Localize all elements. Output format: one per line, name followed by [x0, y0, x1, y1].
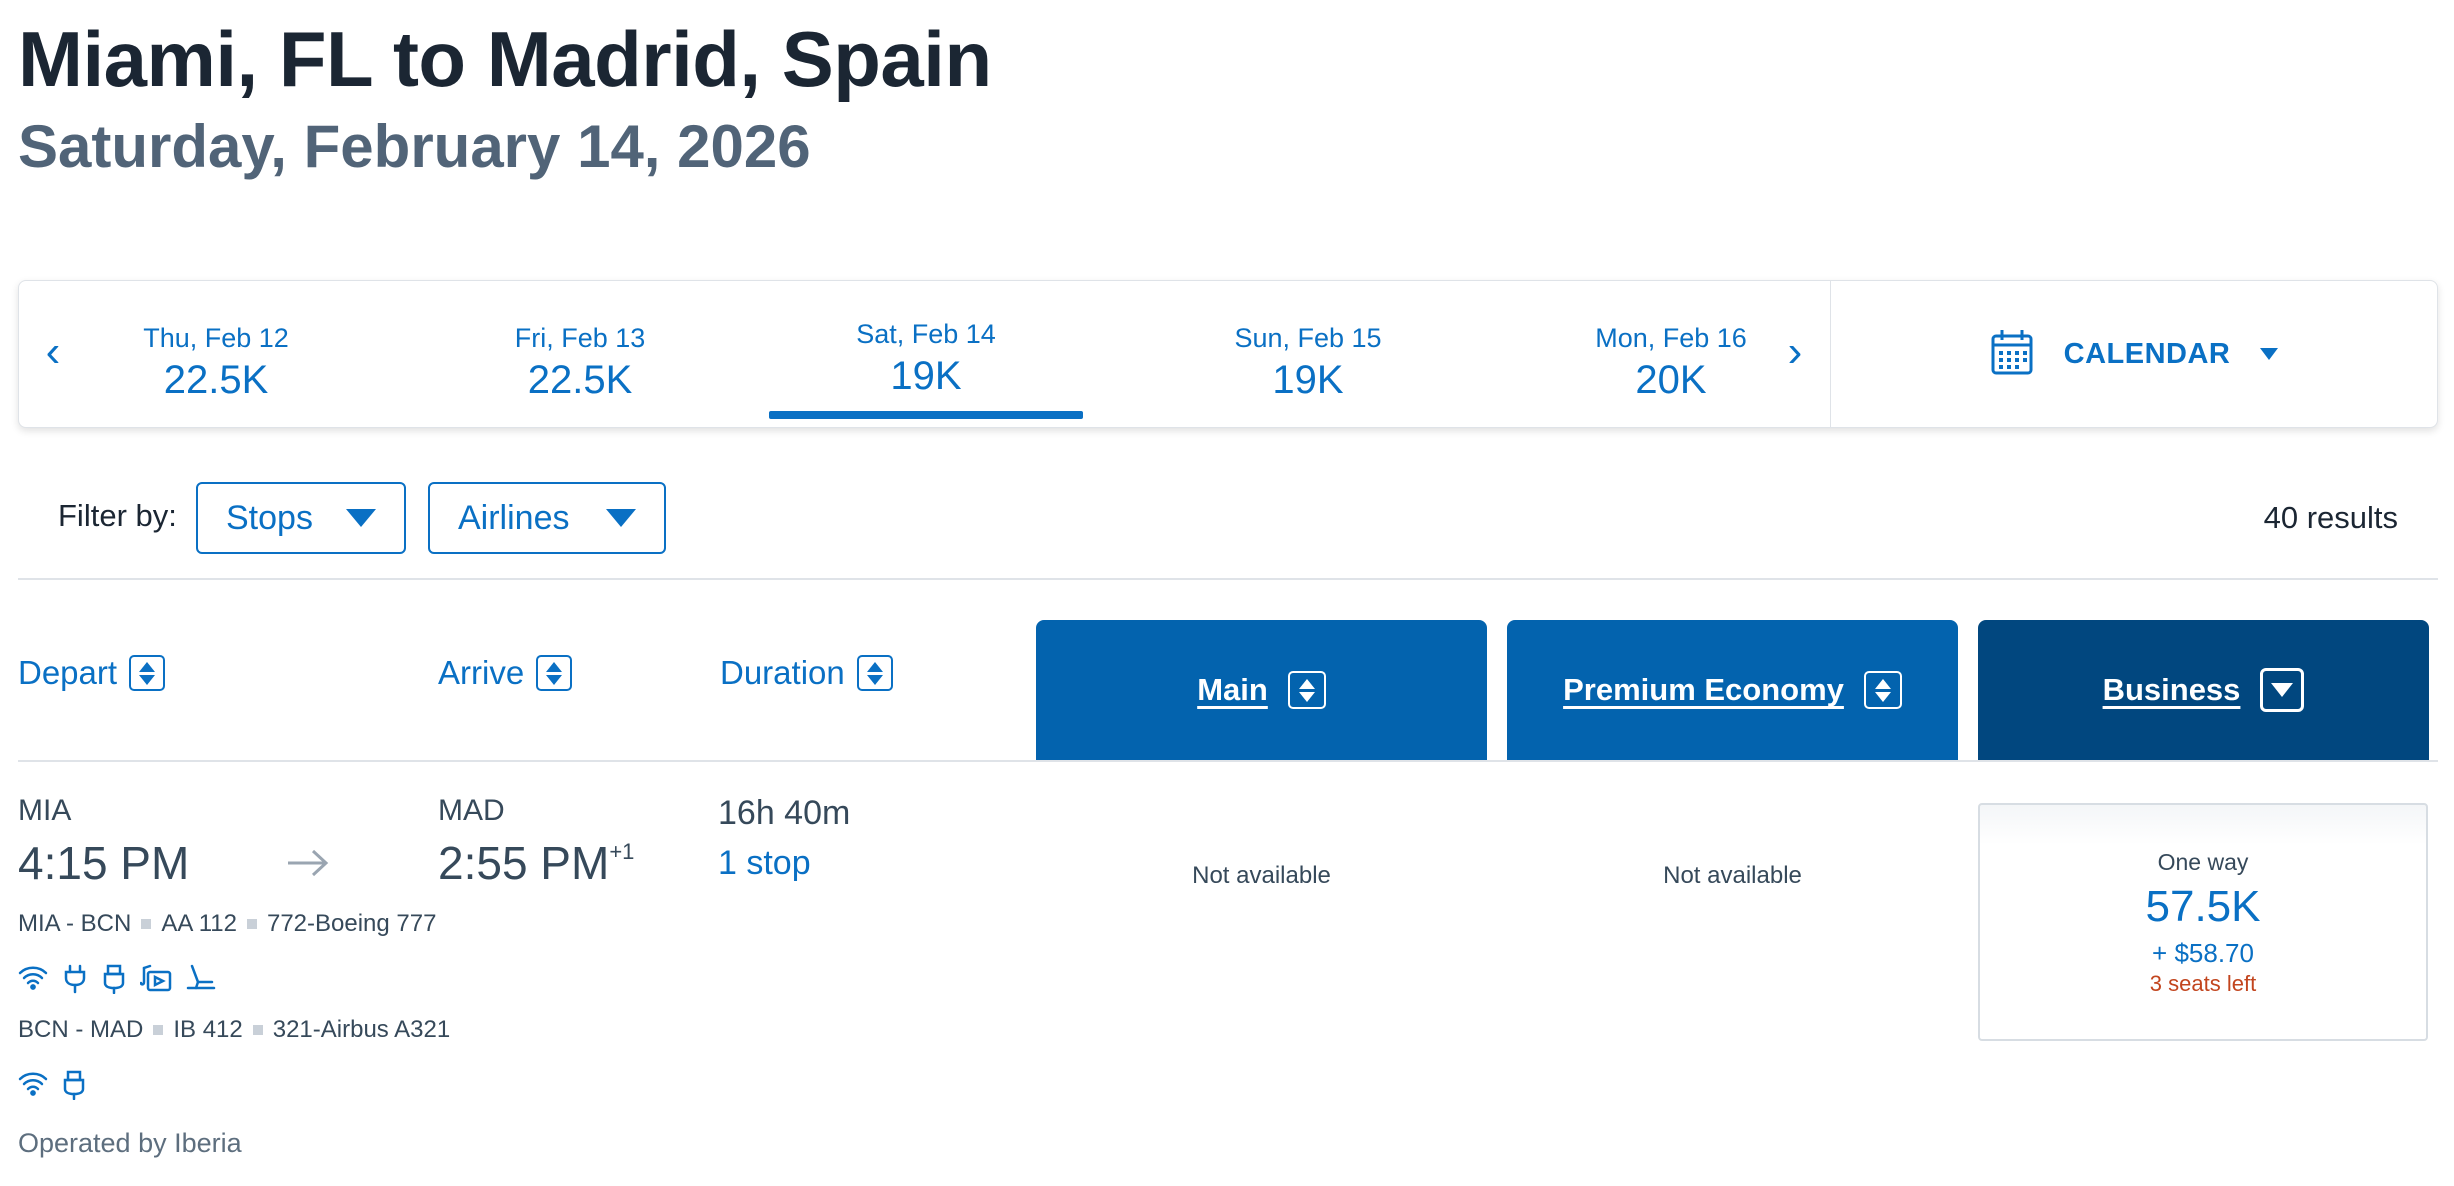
- arrive-time-value: 2:55 PM: [438, 837, 610, 889]
- results-count: 40 results: [2263, 500, 2398, 535]
- separator: [153, 1025, 164, 1035]
- caret-down-icon: [346, 509, 376, 527]
- date-label: Sat, Feb 14: [856, 319, 996, 349]
- sort-icon: [129, 655, 166, 691]
- sort-duration[interactable]: Duration: [720, 654, 893, 692]
- date-price: 22.5K: [163, 358, 269, 402]
- lie-flat-seat-icon[interactable]: [186, 964, 216, 994]
- calendar-label: CALENDAR: [2063, 337, 2231, 370]
- date-label: Sun, Feb 15: [1234, 323, 1382, 353]
- cabin-header-business[interactable]: Business: [1978, 620, 2429, 760]
- selected-date-indicator: [769, 411, 1083, 419]
- seats-left: 3 seats left: [2149, 971, 2257, 996]
- date-option-feb-15[interactable]: Sun, Feb 15 19K: [1183, 281, 1433, 429]
- date-carousel: ‹ Thu, Feb 12 22.5K Fri, Feb 13 22.5K Sa…: [18, 280, 2438, 428]
- duration-value: 16h 40m: [718, 794, 851, 832]
- sort-icon: [1863, 671, 1902, 709]
- sorted-descending-icon: [2260, 668, 2305, 712]
- sort-icon: [856, 655, 893, 691]
- separator: [246, 919, 257, 929]
- separator: [141, 919, 152, 929]
- aircraft-type[interactable]: 772-Boeing 777: [267, 910, 436, 938]
- date-label: Thu, Feb 12: [143, 323, 289, 353]
- entertainment-icon[interactable]: [140, 964, 172, 994]
- page-title: Miami, FL to Madrid, Spain: [18, 15, 992, 103]
- operated-by: Operated by Iberia: [18, 1128, 242, 1158]
- date-price: 20K: [1635, 358, 1707, 402]
- caret-down-icon: [2260, 348, 2279, 360]
- destination-code: MAD: [438, 794, 505, 827]
- date-price: 19K: [890, 354, 962, 398]
- depart-header-label: Depart: [18, 654, 118, 691]
- fare-type: One way: [2157, 849, 2249, 875]
- calendar-icon: [1990, 328, 2034, 381]
- date-label: Fri, Feb 13: [514, 323, 646, 353]
- cabin-header-premium-economy[interactable]: Premium Economy: [1507, 620, 1958, 760]
- date-option-feb-16[interactable]: Mon, Feb 16 20K: [1546, 281, 1796, 429]
- date-price: 22.5K: [527, 358, 633, 402]
- date-option-feb-14-selected[interactable]: Sat, Feb 14 19K: [769, 281, 1083, 429]
- duration-header-label: Duration: [720, 654, 845, 691]
- fare-taxes: + $58.70: [2152, 938, 2254, 968]
- sort-arrive[interactable]: Arrive: [438, 654, 573, 692]
- segment-route: BCN - MAD: [18, 1016, 144, 1043]
- date-option-feb-13[interactable]: Fri, Feb 13 22.5K: [455, 281, 705, 429]
- filter-label: Filter by:: [58, 498, 177, 533]
- flight-number[interactable]: AA 112: [161, 910, 237, 938]
- wifi-icon[interactable]: [18, 964, 48, 994]
- sort-icon: [536, 655, 573, 691]
- usb-icon[interactable]: [62, 1070, 86, 1100]
- segment-1-details: MIA - BCN AA 112 772-Boeing 777: [18, 910, 436, 938]
- cabin-header-main[interactable]: Main: [1036, 620, 1487, 760]
- page-subtitle: Saturday, February 14, 2026: [18, 113, 811, 180]
- cabin-name: Main: [1197, 672, 1268, 707]
- arrive-header-label: Arrive: [438, 654, 525, 691]
- date-price: 19K: [1272, 358, 1344, 402]
- usb-icon[interactable]: [102, 964, 126, 994]
- depart-time: 4:15 PM: [18, 837, 190, 889]
- divider: [18, 760, 2438, 762]
- divider: [18, 578, 2438, 580]
- calendar-button[interactable]: CALENDAR: [1831, 281, 2437, 427]
- segment-2-amenities: [18, 1070, 86, 1100]
- day-offset: +1: [609, 838, 635, 864]
- sort-depart[interactable]: Depart: [18, 654, 166, 692]
- arrive-time: 2:55 PM+1: [438, 836, 634, 890]
- caret-down-icon: [606, 509, 636, 527]
- premium-economy-fare-unavailable: Not available: [1663, 862, 1802, 889]
- stops-filter-dropdown[interactable]: Stops: [196, 482, 406, 554]
- stops-details-link[interactable]: 1 stop: [718, 844, 811, 883]
- sort-icon: [1287, 671, 1326, 709]
- segment-route: MIA - BCN: [18, 910, 132, 937]
- chevron-right-icon[interactable]: ›: [1775, 327, 1815, 377]
- fare-miles: 57.5K: [2145, 882, 2261, 931]
- segment-1-amenities: [18, 964, 216, 994]
- arrow-right-icon: [286, 848, 330, 883]
- main-fare-unavailable: Not available: [1192, 862, 1331, 889]
- airlines-filter-label: Airlines: [458, 498, 570, 537]
- flight-number[interactable]: IB 412: [173, 1016, 242, 1044]
- chevron-left-icon[interactable]: ‹: [33, 327, 73, 377]
- airlines-filter-dropdown[interactable]: Airlines: [428, 482, 666, 554]
- cabin-name: Business: [2102, 672, 2241, 707]
- date-option-feb-12[interactable]: Thu, Feb 12 22.5K: [91, 281, 341, 429]
- aircraft-type[interactable]: 321-Airbus A321: [273, 1016, 450, 1044]
- cabin-name: Premium Economy: [1563, 672, 1844, 707]
- date-label: Mon, Feb 16: [1595, 323, 1747, 353]
- separator: [252, 1025, 263, 1035]
- stops-filter-label: Stops: [226, 498, 313, 537]
- power-outlet-icon[interactable]: [62, 964, 88, 994]
- segment-2-details: BCN - MAD IB 412 321-Airbus A321: [18, 1016, 450, 1044]
- business-fare-button[interactable]: One way 57.5K + $58.70 3 seats left: [1978, 803, 2428, 1041]
- origin-code: MIA: [18, 794, 72, 827]
- wifi-icon[interactable]: [18, 1070, 48, 1100]
